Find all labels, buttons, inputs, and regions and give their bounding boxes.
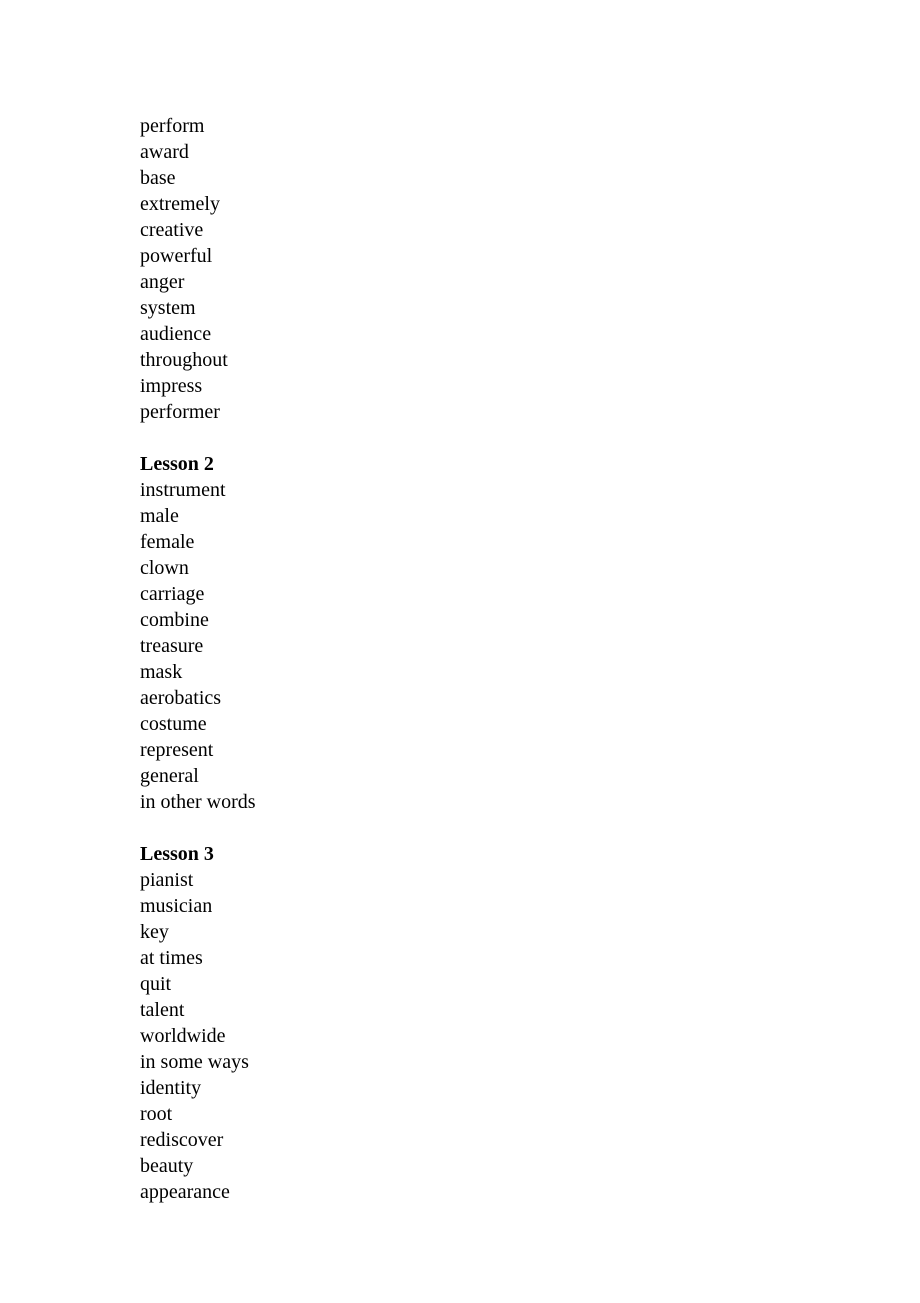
vocab-word: treasure [140, 635, 204, 657]
vocab-word: root [140, 1103, 173, 1125]
vocab-word: represent [140, 739, 214, 761]
lesson-heading: Lesson 2 [140, 453, 214, 475]
vocab-word: creative [140, 219, 204, 241]
vocab-word: base [140, 167, 176, 189]
vocab-word: worldwide [140, 1025, 226, 1047]
vocab-word: system [140, 297, 196, 319]
vocab-word: extremely [140, 193, 220, 215]
vocab-word: powerful [140, 245, 213, 267]
vocab-word: clown [140, 557, 189, 579]
vocab-word: impress [140, 375, 203, 397]
vocabulary-page: perform award base extremely creative po… [140, 113, 256, 1205]
vocab-word: talent [140, 999, 185, 1021]
vocab-word: general [140, 765, 199, 787]
vocab-word: carriage [140, 583, 205, 605]
vocab-word: key [140, 921, 169, 943]
vocab-word: performer [140, 401, 220, 423]
vocab-word: male [140, 505, 179, 527]
vocab-word: musician [140, 895, 213, 917]
vocab-word: perform [140, 115, 205, 137]
lesson-2-section: Lesson 2 instrument male female clown ca… [140, 451, 256, 815]
vocab-word: pianist [140, 869, 194, 891]
vocab-word: beauty [140, 1155, 194, 1177]
vocab-word: appearance [140, 1181, 230, 1203]
vocab-word: costume [140, 713, 207, 735]
lesson-3-word-list: pianist musician key at times quit talen… [140, 867, 256, 1205]
vocab-word: in some ways [140, 1051, 249, 1073]
vocab-word: rediscover [140, 1129, 224, 1151]
lesson-1-word-list: perform award base extremely creative po… [140, 113, 256, 425]
lesson-heading: Lesson 3 [140, 843, 214, 865]
vocab-word: at times [140, 947, 203, 969]
vocab-word: identity [140, 1077, 202, 1099]
vocab-word: anger [140, 271, 185, 293]
vocab-word: quit [140, 973, 172, 995]
vocab-word: audience [140, 323, 212, 345]
vocab-word: award [140, 141, 189, 163]
vocab-word: in other words [140, 791, 256, 813]
vocab-word: combine [140, 609, 209, 631]
vocab-word: female [140, 531, 195, 553]
vocab-word: mask [140, 661, 183, 683]
lesson-2-word-list: instrument male female clown carriage co… [140, 477, 256, 815]
vocab-word: aerobatics [140, 687, 222, 709]
lesson-1-section: perform award base extremely creative po… [140, 113, 256, 425]
lesson-3-section: Lesson 3 pianist musician key at times q… [140, 841, 256, 1205]
vocab-word: throughout [140, 349, 228, 371]
vocab-word: instrument [140, 479, 226, 501]
